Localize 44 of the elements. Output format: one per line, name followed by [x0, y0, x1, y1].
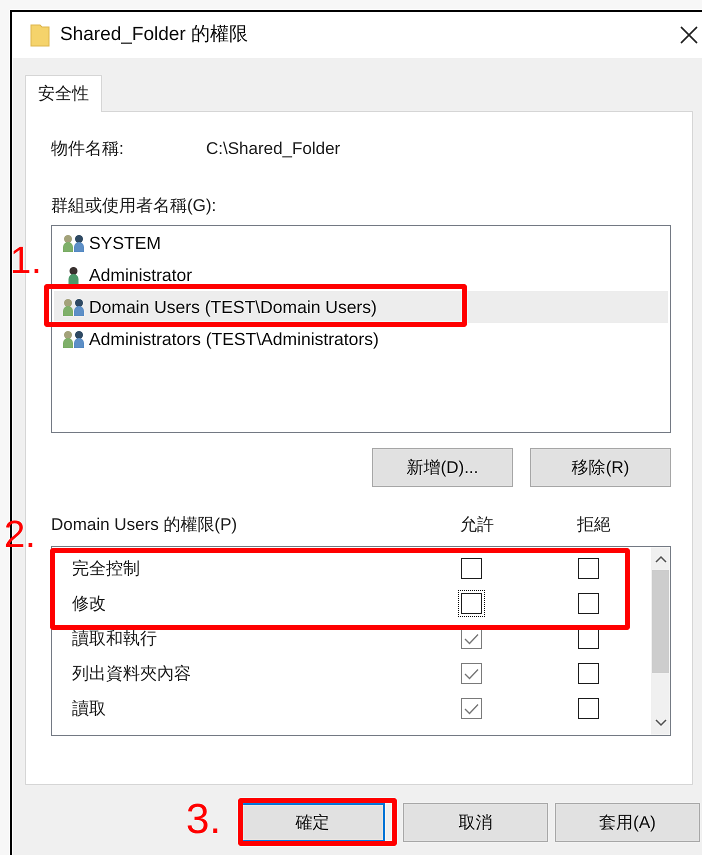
permission-name: 列出資料夾內容 [71, 662, 192, 685]
security-tab[interactable]: 安全性 [25, 75, 102, 112]
permission-name: 讀取 [71, 698, 107, 720]
permission-name: 完全控制 [71, 558, 141, 580]
user-list-item[interactable]: Administrators (TEST\Administrators) [54, 323, 668, 355]
permission-name: 讀取和執行 [71, 628, 158, 650]
step-number: 1. [10, 242, 42, 280]
window-title: Shared_Folder 的權限 [60, 22, 248, 47]
folder-icon [30, 23, 50, 47]
close-icon[interactable] [680, 26, 698, 44]
checkbox[interactable] [578, 593, 599, 614]
apply-button[interactable]: 套用(A) [555, 803, 700, 842]
checkbox[interactable] [578, 663, 599, 684]
user-group-icon [63, 330, 84, 348]
user-list[interactable]: SYSTEM Administrator Domain Users (TEST\Domain Users) Administrators (TEST\Administrators) [51, 225, 671, 433]
checkbox[interactable] [578, 628, 599, 649]
check-icon [464, 668, 479, 680]
add-button[interactable]: 新增(D)... [372, 448, 513, 487]
deny-header: 拒絕 [577, 514, 611, 536]
allow-header: 允許 [460, 514, 495, 536]
step-number: 3. [186, 798, 222, 840]
check-icon [464, 632, 479, 644]
user-list-item[interactable]: Administrator [54, 259, 668, 291]
checkbox[interactable] [578, 558, 599, 579]
user-group-icon [63, 234, 84, 252]
cancel-button[interactable]: 取消 [403, 803, 548, 842]
user-list-item[interactable]: SYSTEM [54, 227, 668, 259]
scrollbar-thumb[interactable] [652, 570, 669, 673]
check-icon [464, 702, 479, 714]
checkbox[interactable] [578, 698, 599, 719]
permission-name: 修改 [71, 592, 107, 615]
scrollbar[interactable] [651, 547, 670, 735]
checkbox[interactable] [461, 558, 482, 579]
user-icon [68, 266, 79, 284]
object-name-label: 物件名稱: [51, 138, 125, 160]
user-list-item[interactable]: Domain Users (TEST\Domain Users) [54, 291, 668, 323]
ok-button[interactable]: 確定 [240, 803, 385, 842]
scroll-down-icon[interactable] [654, 719, 666, 727]
group-list-label: 群組或使用者名稱(G): [51, 195, 216, 218]
object-name-value: C:\Shared_Folder [206, 138, 340, 160]
user-group-icon [63, 298, 84, 316]
remove-button[interactable]: 移除(R) [530, 448, 671, 487]
scroll-up-icon[interactable] [654, 555, 666, 563]
permissions-label: Domain Users 的權限(P) [51, 514, 238, 536]
